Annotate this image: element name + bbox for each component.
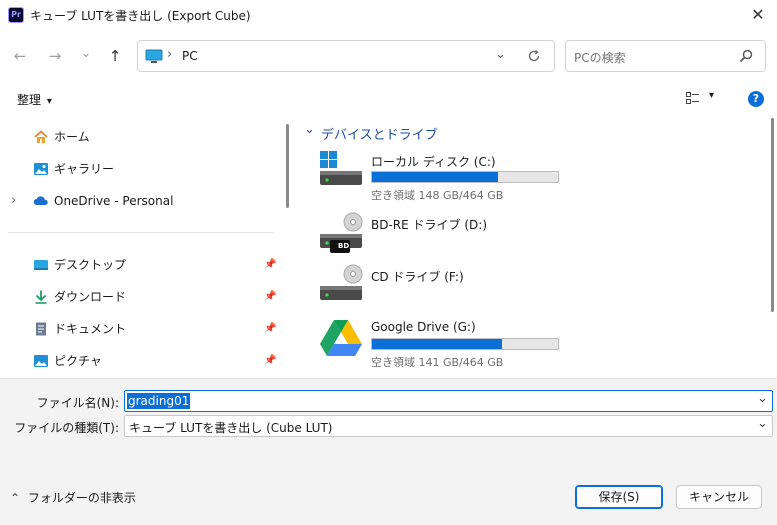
drive-usage-fill: [372, 339, 503, 349]
cancel-button[interactable]: キャンセル: [676, 485, 762, 509]
filetype-dropdown-icon[interactable]: ⌄: [757, 416, 768, 431]
organize-menu[interactable]: 整理 ▾: [17, 91, 52, 108]
cd-drive-icon: [320, 264, 363, 300]
save-options-panel: ファイル名(N): grading01 ⌄ ファイルの種類(T): キューブ L…: [0, 378, 777, 525]
filetype-select[interactable]: キューブ LUTを書き出し (Cube LUT) ⌄: [124, 415, 773, 437]
group-collapse-icon[interactable]: ⌄: [304, 122, 315, 137]
sidebar-item-downloads[interactable]: ダウンロード 📌: [0, 283, 282, 311]
address-dropdown-icon[interactable]: ⌄: [495, 47, 506, 62]
cloud-icon: [33, 196, 48, 205]
bd-badge: BD: [338, 242, 350, 250]
up-button[interactable]: ↑: [103, 44, 127, 68]
view-options-arrow-icon[interactable]: ▾: [709, 90, 714, 101]
save-button[interactable]: 保存(S): [575, 485, 663, 509]
navigation-pane: ホーム ギャラリー › OneDrive - Personal デスクトップ 📌…: [0, 116, 282, 378]
drive-usage-bar: [371, 171, 559, 183]
breadcrumb-separator: ›: [167, 47, 173, 62]
gallery-icon: [34, 163, 48, 175]
home-icon: [34, 130, 48, 143]
filename-label: ファイル名(N):: [36, 396, 119, 410]
drive-item-g[interactable]: Google Drive (G:) 空き領域 141 GB/464 GB: [296, 316, 756, 376]
picture-icon: [34, 355, 48, 367]
sidebar-item-label: デスクトップ: [54, 258, 127, 272]
sidebar-item-documents[interactable]: ドキュメント 📌: [0, 315, 282, 343]
filetype-value: キューブ LUTを書き出し (Cube LUT): [129, 421, 333, 435]
drive-free-space: 空き領域 148 GB/464 GB: [371, 189, 504, 202]
drive-name: CD ドライブ (F:): [371, 270, 464, 284]
sidebar-item-desktop[interactable]: デスクトップ 📌: [0, 251, 282, 279]
sidebar-item-label: ドキュメント: [54, 322, 127, 336]
content-scrollbar[interactable]: [771, 118, 774, 312]
back-button[interactable]: ←: [8, 44, 32, 68]
sidebar-divider: [8, 232, 274, 233]
close-icon[interactable]: ✕: [745, 3, 771, 27]
sidebar-item-label: ダウンロード: [54, 290, 127, 304]
filename-dropdown-icon[interactable]: ⌄: [757, 391, 768, 406]
search-icon[interactable]: [739, 49, 753, 63]
window-title: キューブ LUTを書き出し (Export Cube): [30, 9, 251, 23]
drive-name: BD-RE ドライブ (D:): [371, 218, 487, 232]
hide-folders-button[interactable]: ⌃ フォルダーの非表示: [10, 489, 136, 506]
filetype-label: ファイルの種類(T):: [14, 421, 119, 435]
sidebar-scrollbar[interactable]: [286, 124, 289, 208]
sidebar-item-label: ピクチャ: [54, 354, 102, 368]
search-box[interactable]: PCの検索: [565, 40, 766, 72]
drive-usage-bar: [371, 338, 559, 350]
content-pane: ⌄ デバイスとドライブ ローカル ディスク (C:) 空き領域 148 GB/4…: [296, 116, 777, 378]
filename-field[interactable]: grading01 ⌄: [124, 390, 773, 412]
drive-free-space: 空き領域 141 GB/464 GB: [371, 356, 504, 369]
premiere-app-icon: Pr: [8, 7, 24, 23]
help-icon[interactable]: ?: [748, 91, 764, 107]
drive-item-d[interactable]: BD BD-RE ドライブ (D:): [296, 212, 756, 272]
title-bar: Pr キューブ LUTを書き出し (Export Cube) ✕: [0, 0, 777, 30]
drive-name: ローカル ディスク (C:): [371, 155, 496, 169]
refresh-icon[interactable]: [527, 49, 541, 63]
pin-icon[interactable]: 📌: [264, 283, 276, 311]
recent-locations-button[interactable]: ⌄: [74, 42, 98, 66]
sidebar-item-pictures[interactable]: ピクチャ 📌: [0, 347, 282, 375]
organize-arrow-icon: ▾: [46, 96, 52, 107]
drive-item-c[interactable]: ローカル ディスク (C:) 空き領域 148 GB/464 GB: [296, 149, 756, 209]
sidebar-item-label: ギャラリー: [54, 162, 115, 176]
sidebar-item-home[interactable]: ホーム: [0, 123, 282, 151]
address-bar[interactable]: › PC ⌄: [137, 40, 555, 72]
sidebar-item-label: OneDrive - Personal: [54, 194, 174, 208]
desktop-icon: [34, 260, 48, 270]
organize-label: 整理: [17, 93, 42, 107]
pin-icon[interactable]: 📌: [264, 251, 276, 279]
sidebar-item-onedrive[interactable]: › OneDrive - Personal: [0, 187, 282, 215]
filename-input[interactable]: grading01: [127, 393, 191, 409]
hide-folders-label: フォルダーの非表示: [27, 491, 136, 505]
forward-button[interactable]: →: [43, 44, 67, 68]
chevron-up-icon: ⌃: [10, 491, 21, 505]
breadcrumb-pc[interactable]: PC: [182, 49, 198, 63]
drive-name: Google Drive (G:): [371, 320, 476, 334]
document-icon: [36, 322, 46, 336]
group-title: デバイスとドライブ: [321, 128, 438, 143]
pin-icon[interactable]: 📌: [264, 347, 276, 375]
view-options-icon[interactable]: [686, 92, 700, 104]
sidebar-item-gallery[interactable]: ギャラリー: [0, 155, 282, 183]
expand-chevron-icon[interactable]: ›: [11, 187, 16, 215]
drive-usage-fill: [372, 172, 499, 182]
windows-drive-icon: [320, 151, 362, 185]
pc-icon: [145, 49, 163, 63]
sidebar-item-label: ホーム: [54, 130, 90, 144]
pin-icon[interactable]: 📌: [264, 315, 276, 343]
google-drive-icon: [320, 320, 362, 356]
download-icon: [35, 290, 47, 304]
drive-item-f[interactable]: CD ドライブ (F:): [296, 264, 756, 324]
search-input[interactable]: PCの検索: [574, 49, 626, 66]
